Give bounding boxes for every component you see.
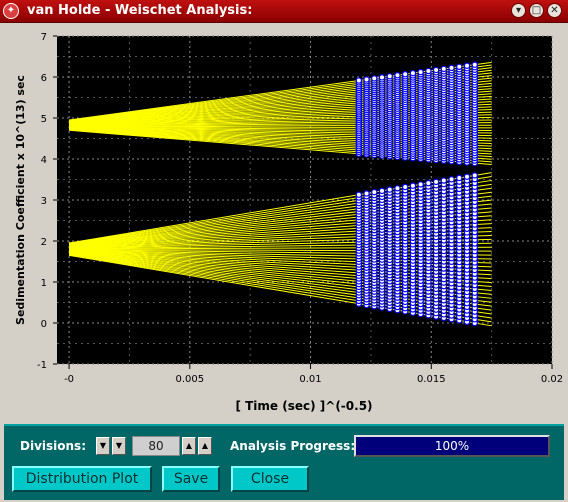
- data-point: [432, 178, 440, 186]
- data-point: [394, 185, 401, 192]
- maximize-icon[interactable]: □: [529, 3, 544, 18]
- data-point: [440, 65, 448, 73]
- y-tick-label: 4: [41, 155, 47, 166]
- x-tick-label: 0.015: [417, 374, 446, 385]
- increment-icon[interactable]: ▲: [182, 437, 196, 455]
- data-point: [363, 190, 370, 197]
- close-icon[interactable]: ✕: [547, 3, 562, 18]
- data-point: [363, 76, 370, 83]
- data-point: [440, 177, 448, 184]
- data-point: [355, 191, 363, 198]
- data-point: [448, 64, 455, 72]
- data-point: [394, 72, 401, 79]
- y-axis: -1 0 1 2 3 4 5 6 7: [37, 32, 57, 371]
- x-tick-label: 0.02: [541, 374, 563, 385]
- data-point: [417, 181, 424, 188]
- data-point: [386, 73, 393, 80]
- data-point: [409, 69, 417, 77]
- data-point: [448, 176, 455, 183]
- data-point: [378, 74, 386, 81]
- progress-label: Analysis Progress:: [230, 439, 356, 453]
- decrement-icon[interactable]: ▼: [112, 437, 126, 455]
- data-point: [386, 186, 393, 193]
- fast-decrement-icon[interactable]: ▼: [96, 437, 110, 455]
- distribution-plot-button[interactable]: Distribution Plot: [12, 466, 152, 492]
- data-point: [471, 61, 478, 68]
- close-button[interactable]: Close: [231, 466, 309, 492]
- y-tick-label: 7: [41, 32, 47, 43]
- chart-frame: -1 0 1 2 3 4 5 6 7 -0 0.005 0.01 0.015 0.02 [ Time (…: [4, 24, 564, 422]
- data-point: [371, 75, 378, 82]
- data-point: [378, 187, 386, 195]
- x-tick-label: 0.01: [299, 374, 321, 385]
- data-point: [463, 173, 471, 180]
- data-point: [401, 183, 409, 191]
- fast-increment-icon[interactable]: ▲: [198, 437, 212, 455]
- data-point: [425, 179, 432, 187]
- y-axis-label: Sedimentation Coefficient x 10^(13) sec: [14, 75, 27, 325]
- x-axis: -0 0.005 0.01 0.015 0.02: [64, 364, 563, 385]
- divisions-label: Divisions:: [20, 439, 86, 453]
- data-point: [401, 70, 409, 78]
- velocity-plot: -1 0 1 2 3 4 5 6 7 -0 0.005 0.01 0.015 0.02 [ Time (…: [14, 32, 563, 413]
- analysis-progress-bar: 100%: [354, 435, 550, 457]
- data-point: [456, 174, 463, 182]
- data-point: [425, 67, 432, 75]
- x-tick-label: -0: [64, 374, 74, 385]
- data-point: [371, 188, 378, 196]
- window-title: van Holde - Weischet Analysis:: [27, 3, 253, 18]
- y-tick-label: 2: [41, 237, 47, 248]
- progress-text: 100%: [434, 439, 470, 453]
- y-tick-label: -1: [37, 360, 47, 371]
- control-panel: Divisions: ▼ ▼ 80 ▲ ▲ Analysis Progress:…: [4, 424, 564, 500]
- y-tick-label: 5: [41, 114, 47, 125]
- data-point: [456, 63, 463, 71]
- x-tick-label: 0.005: [175, 374, 204, 385]
- minimize-icon[interactable]: ▾: [511, 3, 526, 18]
- y-tick-label: 6: [41, 73, 47, 84]
- data-point: [471, 172, 478, 179]
- y-tick-label: 3: [41, 196, 47, 207]
- y-tick-label: 1: [41, 278, 47, 289]
- data-point: [355, 77, 363, 84]
- x-axis-label: [ Time (sec) ]^(-0.5): [235, 399, 372, 413]
- data-point: [432, 66, 440, 74]
- title-bar: ✦ van Holde - Weischet Analysis: ▾ □ ✕: [0, 0, 568, 23]
- data-point: [463, 62, 471, 69]
- y-tick-label: 0: [41, 319, 47, 330]
- data-point: [417, 68, 424, 76]
- app-icon[interactable]: ✦: [3, 3, 19, 19]
- data-point: [409, 182, 417, 189]
- divisions-input[interactable]: 80: [132, 436, 180, 456]
- save-button[interactable]: Save: [162, 466, 220, 492]
